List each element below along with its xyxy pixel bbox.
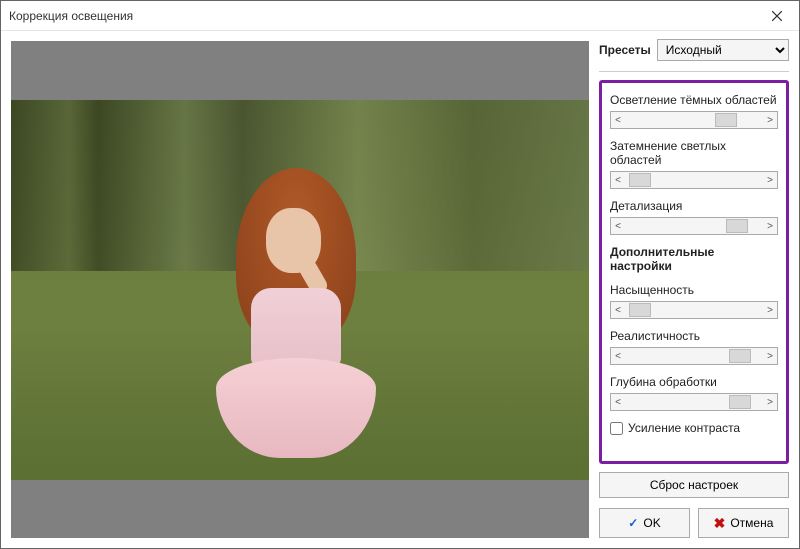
slider-arrow-left-icon[interactable]: < xyxy=(611,302,625,318)
slider-thumb[interactable] xyxy=(726,219,748,233)
slider-lighten-dark[interactable]: < > xyxy=(610,111,778,129)
divider xyxy=(599,71,789,72)
cross-icon: ✖ xyxy=(714,515,726,532)
slider-saturation[interactable]: < > xyxy=(610,301,778,319)
ok-label: OK xyxy=(643,516,660,530)
slider-label: Реалистичность xyxy=(610,329,778,343)
cancel-button[interactable]: ✖ Отмена xyxy=(698,508,789,538)
slider-track[interactable] xyxy=(625,348,763,364)
settings-panel: Осветление тёмных областей < > Затемнени… xyxy=(599,80,789,464)
slider-detail[interactable]: < > xyxy=(610,217,778,235)
slider-darken-light[interactable]: < > xyxy=(610,171,778,189)
slider-arrow-right-icon[interactable]: > xyxy=(763,112,777,128)
slider-arrow-right-icon[interactable]: > xyxy=(763,348,777,364)
check-icon: ✓ xyxy=(628,516,638,530)
slider-label: Детализация xyxy=(610,199,778,213)
slider-arrow-right-icon[interactable]: > xyxy=(763,172,777,188)
preview-area xyxy=(11,41,589,538)
preset-row: Пресеты Исходный xyxy=(599,39,789,61)
slider-depth[interactable]: < > xyxy=(610,393,778,411)
dialog-body: Пресеты Исходный Осветление тёмных облас… xyxy=(1,31,799,548)
close-button[interactable] xyxy=(755,1,799,31)
slider-thumb[interactable] xyxy=(629,303,651,317)
slider-thumb[interactable] xyxy=(729,349,751,363)
slider-label: Осветление тёмных областей xyxy=(610,93,778,107)
slider-thumb[interactable] xyxy=(629,173,651,187)
contrast-checkbox[interactable] xyxy=(610,422,623,435)
slider-thumb[interactable] xyxy=(715,113,737,127)
section-header: Дополнительные настройки xyxy=(610,245,778,273)
close-icon xyxy=(772,11,782,21)
setting-depth: Глубина обработки < > xyxy=(610,375,778,411)
setting-realism: Реалистичность < > xyxy=(610,329,778,365)
preset-select[interactable]: Исходный xyxy=(657,39,789,61)
slider-arrow-left-icon[interactable]: < xyxy=(611,394,625,410)
titlebar: Коррекция освещения xyxy=(1,1,799,31)
slider-arrow-right-icon[interactable]: > xyxy=(763,394,777,410)
checkbox-contrast[interactable]: Усиление контраста xyxy=(610,421,778,435)
slider-arrow-right-icon[interactable]: > xyxy=(763,302,777,318)
settings-sidebar: Пресеты Исходный Осветление тёмных облас… xyxy=(589,31,799,548)
slider-label: Глубина обработки xyxy=(610,375,778,389)
slider-arrow-left-icon[interactable]: < xyxy=(611,348,625,364)
slider-track[interactable] xyxy=(625,218,763,234)
slider-realism[interactable]: < > xyxy=(610,347,778,365)
slider-track[interactable] xyxy=(625,112,763,128)
setting-detail: Детализация < > xyxy=(610,199,778,235)
slider-track[interactable] xyxy=(625,172,763,188)
preset-label: Пресеты xyxy=(599,43,651,57)
dialog-title: Коррекция освещения xyxy=(9,9,133,23)
slider-track[interactable] xyxy=(625,394,763,410)
setting-darken-light: Затемнение светлых областей < > xyxy=(610,139,778,189)
slider-thumb[interactable] xyxy=(729,395,751,409)
reset-button[interactable]: Сброс настроек xyxy=(599,472,789,498)
cancel-label: Отмена xyxy=(730,516,773,530)
setting-saturation: Насыщенность < > xyxy=(610,283,778,319)
ok-button[interactable]: ✓ OK xyxy=(599,508,690,538)
slider-arrow-right-icon[interactable]: > xyxy=(763,218,777,234)
setting-lighten-dark: Осветление тёмных областей < > xyxy=(610,93,778,129)
dialog-window: Коррекция освещения Пресеты xyxy=(0,0,800,549)
slider-label: Насыщенность xyxy=(610,283,778,297)
slider-label: Затемнение светлых областей xyxy=(610,139,778,167)
slider-arrow-left-icon[interactable]: < xyxy=(611,172,625,188)
slider-arrow-left-icon[interactable]: < xyxy=(611,218,625,234)
preview-image xyxy=(11,100,589,480)
slider-track[interactable] xyxy=(625,302,763,318)
slider-arrow-left-icon[interactable]: < xyxy=(611,112,625,128)
button-row: ✓ OK ✖ Отмена xyxy=(599,508,789,538)
contrast-label: Усиление контраста xyxy=(628,421,740,435)
